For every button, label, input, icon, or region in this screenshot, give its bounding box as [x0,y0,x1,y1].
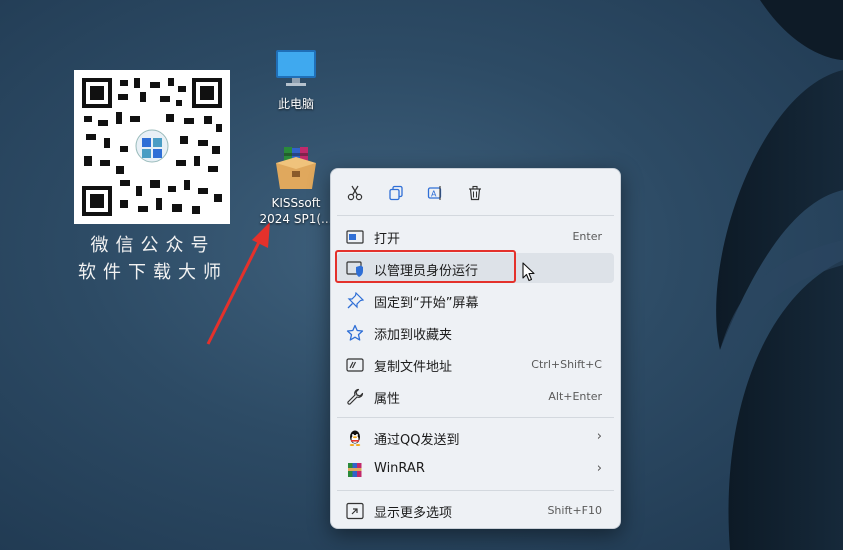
red-arrow-annotation [206,222,270,345]
highlight-annotation-box [335,250,516,283]
cut-button[interactable] [342,180,368,206]
submenu-chevron-icon: › [596,429,602,444]
menu-item-label: 显示更多选项 [374,506,453,521]
copy-icon [389,185,403,201]
submenu-chevron-icon: › [596,461,602,476]
qr-code-image [80,76,224,218]
winrar-archive-icon [276,147,316,189]
separator [337,490,614,491]
qq-penguin-icon [349,430,361,446]
trash-icon [469,185,481,201]
more-options-icon [346,502,364,520]
star-icon [346,324,364,341]
menu-item-label: 固定到“开始”屏幕 [374,296,479,311]
menu-item-label: 通过QQ发送到 [374,433,460,448]
mouse-cursor-icon [522,262,535,282]
rename-button[interactable]: A [422,180,448,206]
pin-icon [347,292,364,309]
rename-icon: A [427,186,442,200]
menu-item-shortcut: Shift+F10 [547,504,602,517]
menu-item-shortcut: Ctrl+Shift+C [531,358,602,371]
context-menu: A 打开 Enter 以管理员身份运行 固定到“开始”屏幕 添加到收藏夹 复制文… [330,168,621,529]
menu-item-send-via-qq[interactable]: 通过QQ发送到 › [337,422,614,452]
menu-item-properties[interactable]: 属性 Alt+Enter [337,381,614,411]
menu-item-copy-path[interactable]: 复制文件地址 Ctrl+Shift+C [337,349,614,379]
menu-item-label: 复制文件地址 [374,360,453,375]
scissors-icon [347,185,363,201]
desktop-icon-this-pc[interactable]: 此电脑 [258,46,334,112]
open-icon [346,230,364,244]
context-menu-toolbar: A [331,169,620,215]
wrench-icon [347,388,364,405]
menu-item-show-more-options[interactable]: 显示更多选项 Shift+F10 [337,495,614,525]
menu-item-winrar[interactable]: WinRAR › [337,454,614,484]
qr-code-card [74,70,230,224]
menu-item-shortcut: Enter [572,230,602,243]
copy-path-icon [346,358,364,372]
separator [337,215,614,216]
separator [337,417,614,418]
menu-item-shortcut: Alt+Enter [548,390,602,403]
delete-button[interactable] [462,180,488,206]
menu-item-label: 打开 [374,232,401,247]
desktop-icon-kisssoft-archive[interactable]: KISSsoft 2024 SP1(... [258,145,334,227]
desktop-icon-label: 此电脑 [277,97,314,111]
menu-item-label: 属性 [374,392,401,407]
menu-item-pin-to-start[interactable]: 固定到“开始”屏幕 [337,285,614,315]
menu-item-label: 添加到收藏夹 [374,328,453,343]
monitor-icon [276,50,316,86]
desktop-icon-label-line1: KISSsoft [271,196,321,210]
copy-button[interactable] [383,180,409,206]
menu-item-add-to-favorites[interactable]: 添加到收藏夹 [337,317,614,347]
desktop-icon-label-line2: 2024 SP1(... [259,212,333,226]
svg-text:A: A [431,190,437,199]
menu-item-open[interactable]: 打开 Enter [337,221,614,251]
winrar-icon [348,463,362,477]
menu-item-label: WinRAR [374,461,425,476]
